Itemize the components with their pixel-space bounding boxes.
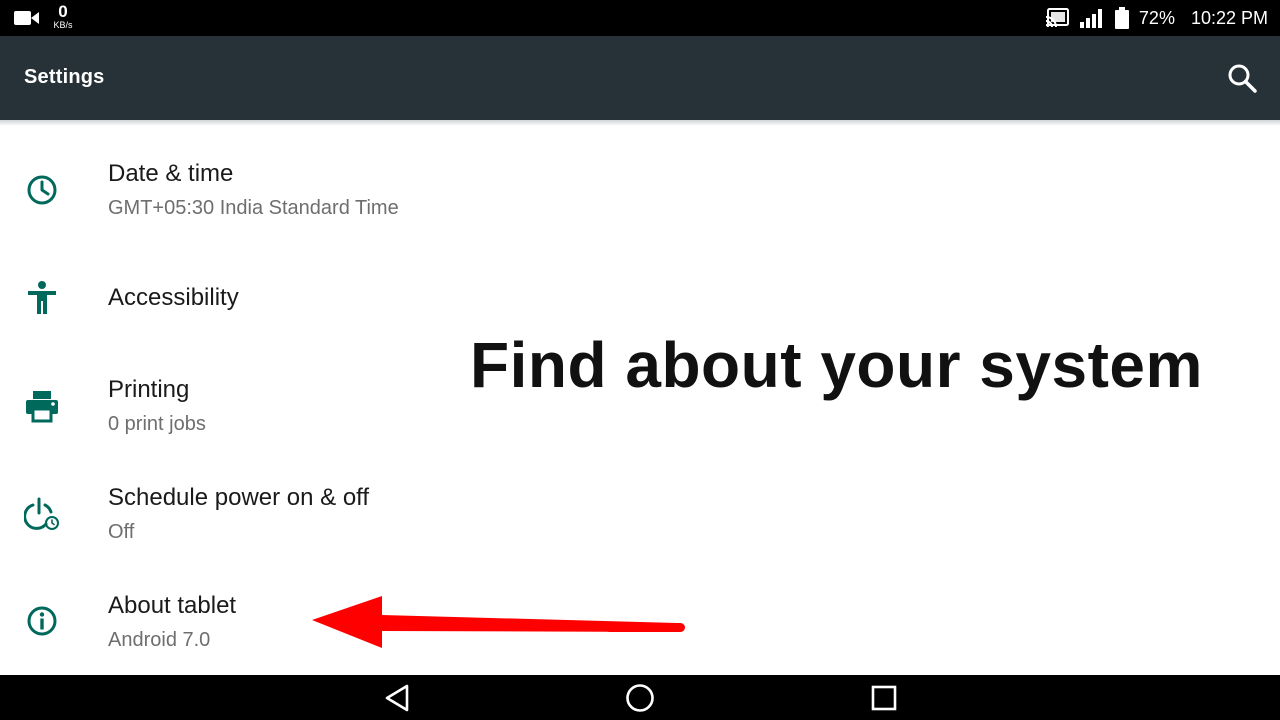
battery-percent: 72% — [1138, 7, 1175, 28]
settings-item-title: Date & time — [108, 160, 234, 187]
settings-item-summary: GMT+05:30 India Standard Time — [108, 197, 399, 219]
clock-time: 10:22 PM — [1190, 7, 1268, 28]
search-icon — [1228, 64, 1257, 93]
app-bar: Settings — [0, 36, 1280, 120]
battery-icon — [1114, 7, 1129, 29]
settings-item-schedule-power[interactable]: Schedule power on & off Off — [0, 464, 440, 564]
printer-icon — [26, 391, 58, 423]
settings-item-accessibility[interactable]: Accessibility — [0, 250, 440, 350]
settings-item-title: Printing — [108, 376, 190, 403]
page-title: Settings — [24, 66, 105, 88]
recents-button[interactable] — [868, 682, 900, 714]
search-button[interactable] — [1226, 62, 1258, 94]
settings-item-summary: Off — [108, 521, 135, 543]
home-button[interactable] — [624, 682, 656, 714]
back-icon — [385, 684, 409, 712]
status-left — [14, 4, 40, 32]
cast-icon — [1045, 8, 1069, 28]
signal-icon — [1079, 9, 1102, 28]
settings-item-printing[interactable]: Printing 0 print jobs — [0, 356, 440, 456]
settings-item-title: Accessibility — [108, 284, 239, 311]
power-schedule-icon — [24, 497, 59, 530]
clock-icon — [27, 175, 57, 205]
net-speed-value: 0 — [58, 2, 68, 21]
overlay-caption: Find about your system — [470, 329, 1203, 401]
navigation-bar — [0, 675, 1280, 720]
net-speed: 0 KB/s — [48, 3, 78, 30]
settings-item-summary: Android 7.0 — [108, 629, 211, 651]
settings-item-title: About tablet — [108, 592, 237, 619]
settings-item-date-time[interactable]: Date & time GMT+05:30 India Standard Tim… — [0, 140, 440, 240]
info-icon — [27, 606, 57, 636]
app-bar-shadow — [0, 120, 1280, 126]
red-arrow-annotation — [312, 596, 685, 648]
settings-item-summary: 0 print jobs — [108, 413, 206, 435]
net-speed-unit: KB/s — [53, 20, 73, 30]
home-icon — [626, 684, 654, 712]
back-button[interactable] — [381, 682, 413, 714]
video-camera-icon — [14, 11, 39, 25]
recents-icon — [871, 685, 897, 711]
accessibility-icon — [28, 281, 56, 314]
status-right: 72% 10:22 PM — [1045, 0, 1268, 36]
settings-item-title: Schedule power on & off — [108, 484, 370, 511]
status-bar: 0 KB/s 72% 10:22 PM — [0, 0, 1280, 36]
